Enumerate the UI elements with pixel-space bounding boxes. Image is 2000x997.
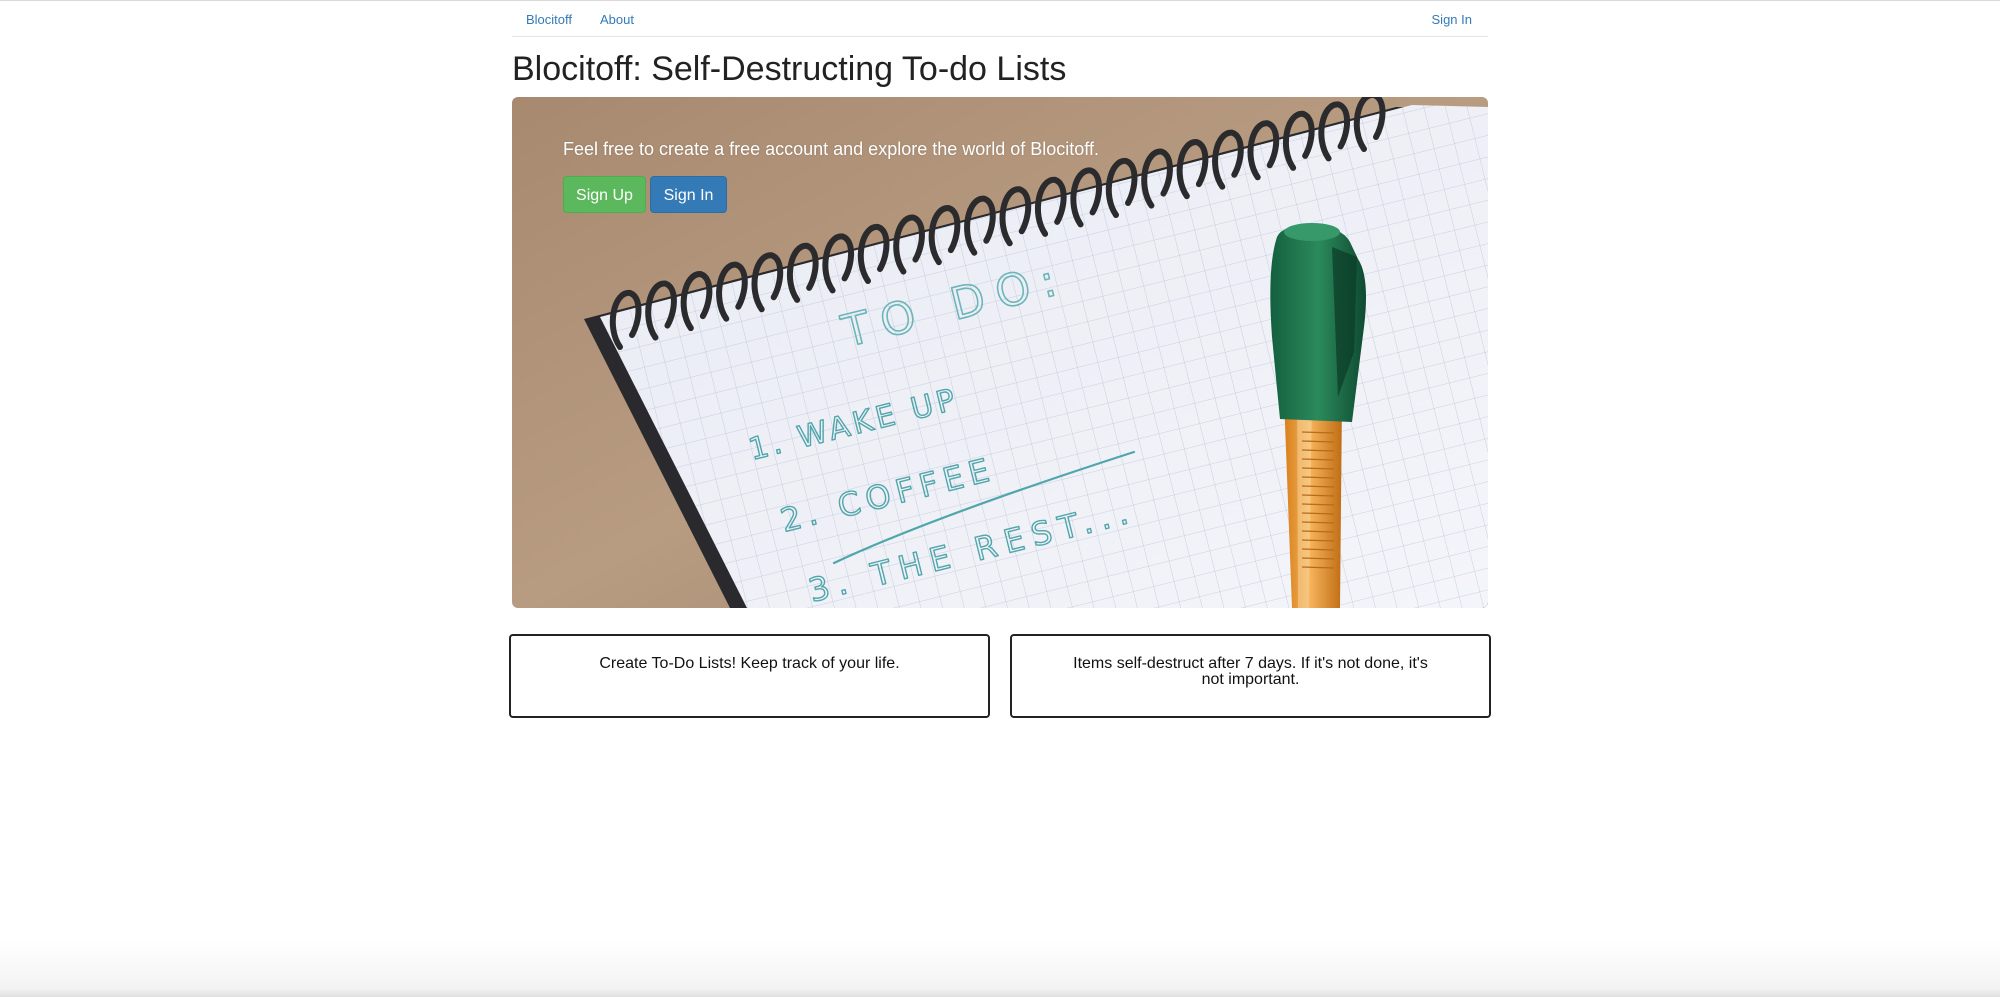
hero-jumbotron: TO DO: 1. WAKE UP 2. COFFEE 3. THE REST.… <box>512 97 1488 608</box>
feature-card-self-destruct: Items self-destruct after 7 days. If it'… <box>1010 634 1491 718</box>
nav-about-link[interactable]: About <box>600 12 634 27</box>
nav-brand-link[interactable]: Blocitoff <box>526 12 572 27</box>
sign-up-button[interactable]: Sign Up <box>563 176 646 213</box>
page-title: Blocitoff: Self-Destructing To-do Lists <box>512 50 1067 88</box>
hero-tagline: Feel free to create a free account and e… <box>563 139 1099 159</box>
navbar: Blocitoff About Sign In <box>512 1 1488 37</box>
feature-card-create-lists: Create To-Do Lists! Keep track of your l… <box>509 634 990 718</box>
bottom-shadow <box>0 940 2000 997</box>
feature-text: Create To-Do Lists! Keep track of your l… <box>599 655 900 672</box>
nav-sign-in-link[interactable]: Sign In <box>1432 12 1472 27</box>
hero-notepad-image: TO DO: 1. WAKE UP 2. COFFEE 3. THE REST.… <box>512 97 1488 608</box>
sign-in-button[interactable]: Sign In <box>650 176 727 213</box>
feature-text: Items self-destruct after 7 days. If it'… <box>1073 655 1428 688</box>
